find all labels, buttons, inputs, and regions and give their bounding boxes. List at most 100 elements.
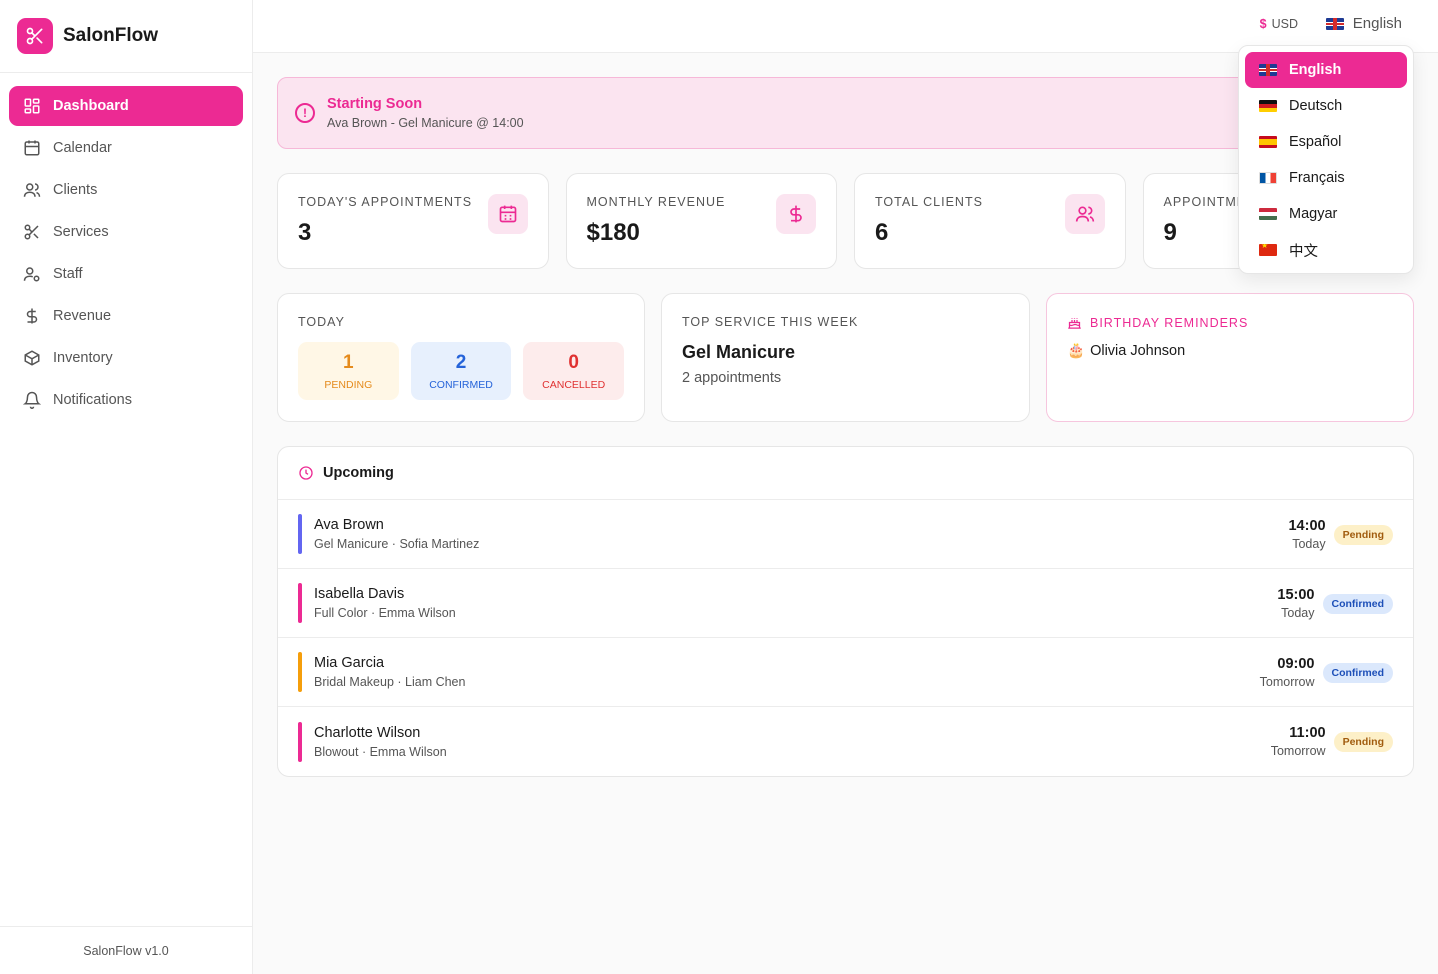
upcoming-title: Upcoming bbox=[323, 465, 394, 481]
language-label: Français bbox=[1289, 170, 1345, 186]
cancelled-count: 0 bbox=[568, 351, 579, 373]
nav-label: Staff bbox=[53, 266, 83, 282]
dashboard-icon bbox=[23, 97, 41, 115]
summary-row: TODAY 1 PENDING 2 CONFIRMED 0 CANCELLED … bbox=[277, 293, 1414, 422]
nav-item-revenue[interactable]: Revenue bbox=[9, 296, 243, 336]
language-option-magyar[interactable]: Magyar bbox=[1245, 196, 1407, 232]
client-name: Isabella Davis bbox=[314, 586, 405, 602]
flag-hu-icon bbox=[1259, 208, 1277, 220]
status-badge: Confirmed bbox=[1322, 662, 1393, 683]
language-dropdown: English Deutsch Español Français Magyar … bbox=[1238, 45, 1414, 274]
flag-gb-icon bbox=[1325, 17, 1344, 30]
top-service-card: TOP SERVICE THIS WEEK Gel Manicure 2 app… bbox=[661, 293, 1030, 422]
main-nav: Dashboard Calendar Clients Services Staf… bbox=[0, 73, 252, 435]
appointment-row[interactable]: Ava Brown Gel Manicure · Sofia Martinez … bbox=[278, 500, 1413, 569]
dollar-icon bbox=[776, 194, 816, 234]
service-staff: Bridal Makeup · Liam Chen bbox=[314, 675, 466, 689]
stat-card-appointments-today: TODAY'S APPOINTMENTS 3 bbox=[277, 173, 549, 269]
confirmed-label: CONFIRMED bbox=[429, 378, 493, 391]
language-option-english[interactable]: English bbox=[1245, 52, 1407, 88]
birthday-client-name[interactable]: Olivia Johnson bbox=[1090, 343, 1185, 359]
scissors-icon bbox=[17, 18, 53, 54]
service-staff: Gel Manicure · Sofia Martinez bbox=[314, 537, 480, 551]
language-label: Español bbox=[1289, 134, 1342, 150]
calendar-icon bbox=[23, 139, 41, 157]
currency-symbol: $ bbox=[1259, 17, 1267, 31]
users-icon bbox=[23, 181, 41, 199]
flag-de-icon bbox=[1259, 100, 1277, 112]
box-icon bbox=[23, 349, 41, 367]
service-staff: Blowout · Emma Wilson bbox=[314, 744, 447, 759]
staff-icon bbox=[23, 265, 41, 283]
appointment-time: 09:00 bbox=[1277, 656, 1315, 672]
language-selector[interactable]: English bbox=[1325, 15, 1402, 32]
status-badge: Pending bbox=[1333, 524, 1393, 545]
nav-label: Revenue bbox=[53, 308, 112, 324]
alert-title: Starting Soon bbox=[327, 96, 423, 112]
service-staff: Full Color · Emma Wilson bbox=[314, 606, 456, 620]
birthday-reminders-card: BIRTHDAY REMINDERS 🎂 Olivia Johnson bbox=[1046, 293, 1414, 422]
nav-label: Calendar bbox=[53, 140, 112, 156]
appointment-day: Tomorrow bbox=[1270, 744, 1326, 758]
cake-icon bbox=[1068, 318, 1081, 329]
currency-code: USD bbox=[1271, 17, 1298, 31]
appointment-row[interactable]: Isabella Davis Full Color · Emma Wilson … bbox=[278, 569, 1413, 638]
card-label: BIRTHDAY REMINDERS bbox=[1090, 315, 1249, 330]
language-option-espanol[interactable]: Español bbox=[1245, 124, 1407, 160]
stat-card-monthly-revenue: MONTHLY REVENUE $180 bbox=[565, 173, 837, 269]
card-label: TOP SERVICE THIS WEEK bbox=[682, 315, 859, 329]
cake-emoji-icon: 🎂 bbox=[1067, 343, 1086, 359]
client-name: Mia Garcia bbox=[314, 655, 385, 671]
flag-gb-icon bbox=[1259, 64, 1277, 76]
cancelled-count-pill: 0 CANCELLED bbox=[523, 342, 625, 400]
top-service-count: 2 appointments bbox=[682, 370, 782, 386]
nav-label: Services bbox=[53, 224, 109, 240]
client-name: Ava Brown bbox=[314, 517, 384, 533]
language-option-francais[interactable]: Français bbox=[1245, 160, 1407, 196]
client-name: Charlotte Wilson bbox=[314, 724, 421, 741]
nav-item-services[interactable]: Services bbox=[9, 212, 243, 252]
confirmed-count: 2 bbox=[455, 351, 467, 373]
cancelled-label: CANCELLED bbox=[542, 378, 606, 391]
nav-item-inventory[interactable]: Inventory bbox=[9, 338, 243, 378]
language-label: 中文 bbox=[1289, 243, 1318, 260]
brand-name: SalonFlow bbox=[63, 25, 158, 46]
nav-item-notifications[interactable]: Notifications bbox=[9, 380, 243, 420]
calendar-icon bbox=[487, 194, 528, 234]
upcoming-list: Upcoming Ava Brown Gel Manicure · Sofia … bbox=[277, 446, 1414, 777]
status-badge: Pending bbox=[1333, 731, 1393, 752]
language-label: Deutsch bbox=[1289, 98, 1343, 114]
nav-label: Inventory bbox=[53, 350, 113, 366]
appointment-day: Today bbox=[1281, 606, 1315, 620]
appointment-row[interactable]: Mia Garcia Bridal Makeup · Liam Chen 09:… bbox=[278, 638, 1413, 707]
users-icon bbox=[1064, 194, 1105, 234]
appointment-day: Tomorrow bbox=[1259, 675, 1315, 689]
staff-color-bar bbox=[298, 721, 302, 762]
language-option-chinese[interactable]: 中文 bbox=[1245, 232, 1407, 268]
appointment-row[interactable]: Charlotte Wilson Blowout · Emma Wilson 1… bbox=[278, 707, 1413, 776]
alert-message: Ava Brown - Gel Manicure @ 14:00 bbox=[327, 116, 524, 130]
nav-label: Dashboard bbox=[53, 98, 129, 114]
flag-cn-icon bbox=[1259, 244, 1277, 256]
pending-label: PENDING bbox=[324, 378, 373, 391]
brand[interactable]: SalonFlow bbox=[0, 0, 252, 73]
pending-count-pill: 1 PENDING bbox=[298, 342, 399, 400]
sidebar: SalonFlow Dashboard Calendar Clients Ser… bbox=[0, 0, 253, 974]
top-service-name: Gel Manicure bbox=[682, 342, 796, 362]
scissors-icon bbox=[23, 223, 41, 241]
alert-circle-icon: ! bbox=[295, 103, 315, 123]
app-version: SalonFlow v1.0 bbox=[0, 926, 252, 974]
nav-item-dashboard[interactable]: Dashboard bbox=[9, 86, 243, 126]
nav-item-calendar[interactable]: Calendar bbox=[9, 128, 243, 168]
nav-item-clients[interactable]: Clients bbox=[9, 170, 243, 210]
nav-label: Clients bbox=[53, 182, 98, 198]
appointment-time: 11:00 bbox=[1289, 725, 1326, 741]
flag-es-icon bbox=[1259, 136, 1277, 148]
language-current: English bbox=[1352, 15, 1402, 32]
flag-fr-icon bbox=[1259, 172, 1277, 184]
nav-item-staff[interactable]: Staff bbox=[9, 254, 243, 294]
clock-icon bbox=[299, 466, 313, 480]
currency-selector[interactable]: $ USD bbox=[1260, 17, 1298, 31]
today-status-card: TODAY 1 PENDING 2 CONFIRMED 0 CANCELLED bbox=[277, 293, 645, 422]
language-option-deutsch[interactable]: Deutsch bbox=[1245, 88, 1407, 124]
